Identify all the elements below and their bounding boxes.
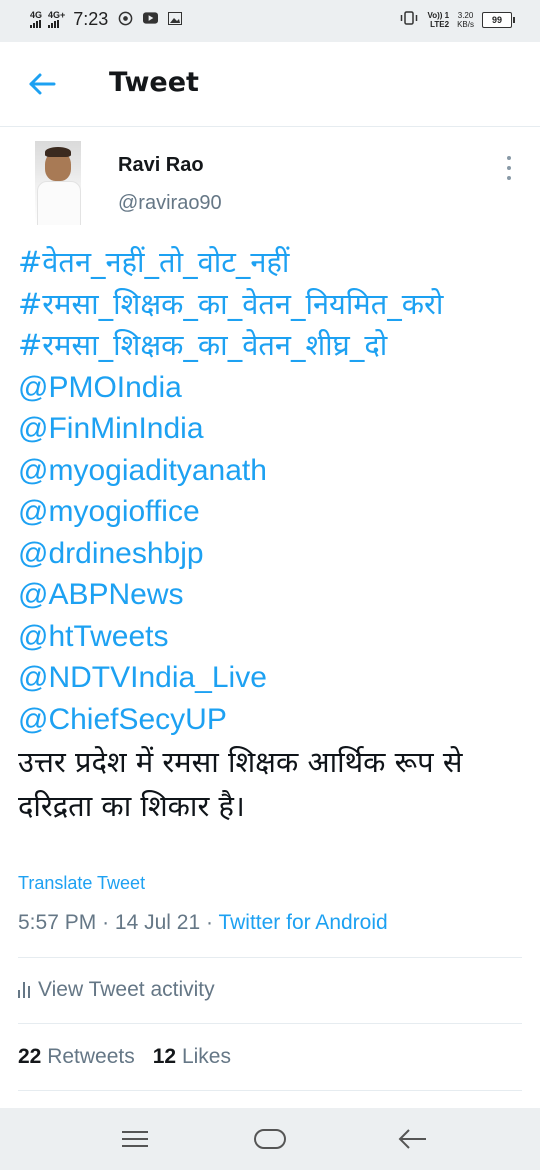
signal-2: 4G+ xyxy=(48,11,65,28)
tweet-source-link[interactable]: Twitter for Android xyxy=(218,911,387,934)
signal-bars-icon xyxy=(48,20,60,28)
vibrate-icon xyxy=(399,11,419,29)
mention-link[interactable]: @NDTVIndia_Live xyxy=(18,657,528,699)
divider xyxy=(18,1023,522,1024)
avatar[interactable] xyxy=(35,141,81,225)
tweet-stats: 22 Retweets 12 Likes xyxy=(18,1045,231,1069)
tweet-body: #वेतन_नहीं_तो_वोट_नहीं #रमसा_शिक्षक_का_व… xyxy=(18,242,528,828)
tweet-meta: 5:57 PM · 14 Jul 21 · Twitter for Androi… xyxy=(18,911,388,935)
network-2-label: 4G+ xyxy=(48,10,66,20)
network-speed: 3.20 KB/s xyxy=(457,11,474,29)
back-arrow-icon xyxy=(398,1129,426,1149)
author-name[interactable]: Ravi Rao xyxy=(118,154,204,177)
tweet-text: उत्तर प्रदेश में रमसा शिक्षक आर्थिक रूप … xyxy=(18,745,463,823)
tweet-author: Ravi Rao @ravirao90 xyxy=(0,126,540,226)
system-back-button[interactable] xyxy=(396,1124,430,1154)
tweet-date: 14 Jul 21 xyxy=(114,911,201,934)
tweet-time: 5:57 PM xyxy=(18,911,97,934)
likes-count: 12 xyxy=(152,1045,177,1068)
mention-link[interactable]: @myogiadityanath xyxy=(18,450,528,492)
mention-link[interactable]: @ChiefSecyUP xyxy=(18,699,528,741)
meta-separator: · xyxy=(205,911,213,934)
more-vertical-icon xyxy=(507,156,511,160)
view-tweet-activity-button[interactable]: View Tweet activity xyxy=(18,978,215,1002)
gallery-icon xyxy=(168,11,183,28)
more-options-button[interactable] xyxy=(502,156,516,180)
mention-link[interactable]: @ABPNews xyxy=(18,574,528,616)
hashtag-link[interactable]: #रमसा_शिक्षक_का_वेतन_शीघ्र_दो xyxy=(18,325,528,367)
volte-indicator: Vo)) 1 LTE2 xyxy=(427,11,450,29)
arrow-left-icon xyxy=(29,73,56,95)
meta-separator: · xyxy=(102,911,110,934)
status-bar: 4G 4G+ 7:23 Vo)) 1 LTE2 3.20 KB/s 99 xyxy=(0,0,540,42)
status-left: 4G 4G+ 7:23 xyxy=(30,9,183,30)
translate-tweet-link[interactable]: Translate Tweet xyxy=(18,873,145,894)
status-time: 7:23 xyxy=(73,9,109,29)
back-button[interactable] xyxy=(26,68,58,100)
mention-link[interactable]: @myogioffice xyxy=(18,491,528,533)
bar-chart-icon xyxy=(18,982,30,998)
hashtag-link[interactable]: #वेतन_नहीं_तो_वोट_नहीं xyxy=(18,242,528,284)
aperture-icon xyxy=(118,11,133,29)
divider xyxy=(18,1090,522,1091)
mention-link[interactable]: @drdineshbjp xyxy=(18,533,528,575)
mention-link[interactable]: @htTweets xyxy=(18,616,528,658)
page-title: Tweet xyxy=(109,67,199,98)
divider xyxy=(18,957,522,958)
author-handle[interactable]: @ravirao90 xyxy=(118,192,222,215)
mention-link[interactable]: @FinMinIndia xyxy=(18,408,528,450)
likes-stat[interactable]: 12 Likes xyxy=(153,1045,231,1069)
battery-icon: 99 xyxy=(482,12,515,28)
recent-apps-button[interactable] xyxy=(118,1124,152,1154)
home-pill-icon xyxy=(254,1129,286,1149)
network-1-label: 4G xyxy=(30,10,43,20)
retweets-stat[interactable]: 22 Retweets xyxy=(18,1045,135,1069)
view-tweet-activity-label: View Tweet activity xyxy=(38,978,215,1001)
menu-icon xyxy=(122,1131,148,1147)
mention-link[interactable]: @PMOIndia xyxy=(18,367,528,409)
header: Tweet xyxy=(0,42,540,127)
status-right: Vo)) 1 LTE2 3.20 KB/s 99 xyxy=(399,11,515,29)
system-nav-bar xyxy=(0,1108,540,1170)
home-button[interactable] xyxy=(253,1124,287,1154)
signal-bars-icon xyxy=(30,20,41,28)
signal-1: 4G xyxy=(30,11,42,28)
youtube-icon xyxy=(143,12,159,27)
retweets-label: Retweets xyxy=(47,1045,135,1068)
likes-label: Likes xyxy=(181,1045,231,1068)
hashtag-link[interactable]: #रमसा_शिक्षक_का_वेतन_नियमित_करो xyxy=(18,284,528,326)
retweets-count: 22 xyxy=(18,1045,42,1068)
